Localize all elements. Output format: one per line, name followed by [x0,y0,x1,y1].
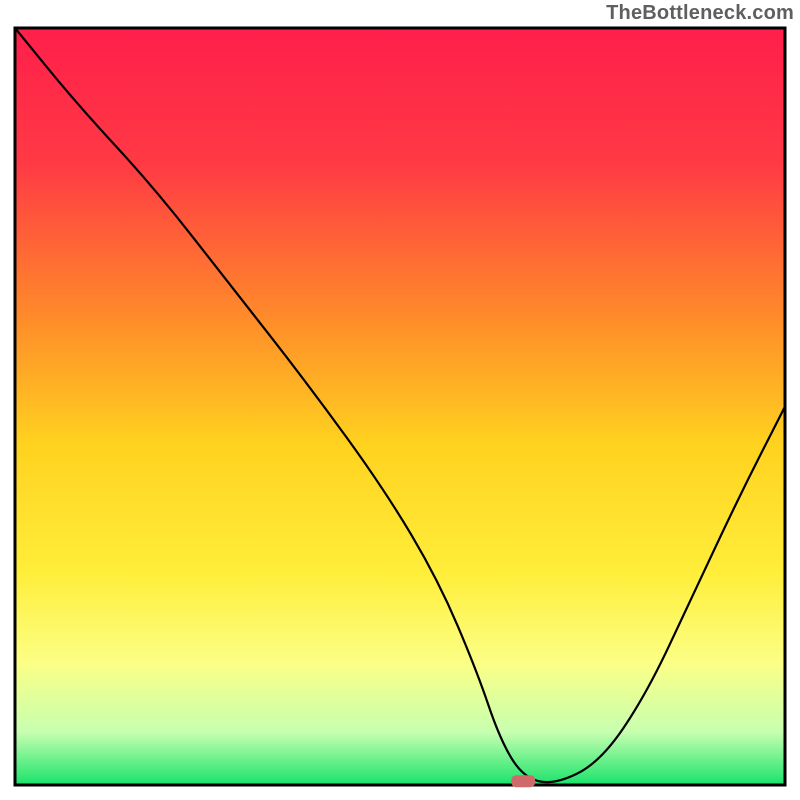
watermark-text: TheBottleneck.com [606,2,794,25]
bottleneck-chart: TheBottleneck.com [0,0,800,800]
plot-background [15,28,785,785]
chart-canvas [0,0,800,800]
optimal-marker [511,775,535,787]
